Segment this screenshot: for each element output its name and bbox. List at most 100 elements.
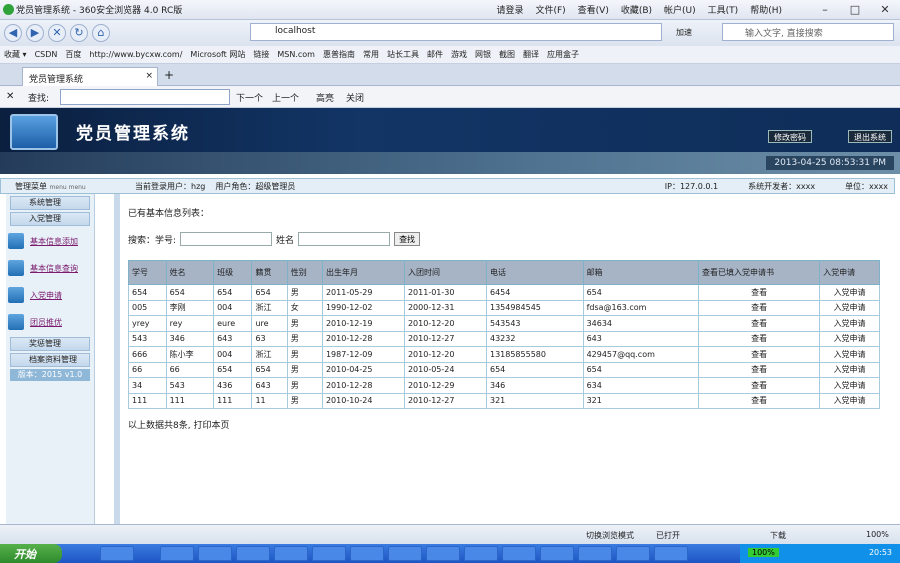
accelerate-button[interactable]: 加速	[676, 27, 692, 38]
refresh-icon[interactable]: ↻	[70, 24, 88, 42]
switch-mode-button[interactable]: 切换浏览模式	[586, 530, 634, 541]
taskbar-app[interactable]	[388, 546, 422, 561]
sidebar-item-system[interactable]: 系统管理	[10, 196, 90, 210]
bookmark-screenshot[interactable]: 截图	[499, 49, 515, 60]
table-cell: 321	[485, 392, 584, 409]
zoom-level[interactable]: 100%	[866, 530, 889, 539]
back-icon[interactable]: ◀	[4, 24, 22, 42]
table-row: 66 66 654 654 男 2010-04-25 2010-05-24 654 654 查看入…	[128, 361, 880, 378]
sidebar-item-archives[interactable]: 档案资料管理	[10, 353, 90, 367]
view-application-link[interactable]: 查看	[698, 392, 821, 409]
taskbar-app[interactable]	[350, 546, 384, 561]
sidebar-item-rewards[interactable]: 奖惩管理	[10, 337, 90, 351]
menu-tools[interactable]: 工具(T)	[708, 3, 739, 16]
bookmark-msn[interactable]: MSN.com	[277, 50, 315, 59]
table-cell: 女	[286, 299, 323, 316]
menu-login[interactable]: 请登录	[496, 3, 523, 16]
menu-help[interactable]: 帮助(H)	[750, 3, 782, 16]
table-cell: 005	[128, 299, 167, 316]
bookmark-bycxw[interactable]: http://www.bycxw.com/	[89, 50, 182, 59]
taskbar-app[interactable]	[160, 546, 194, 561]
view-application-link[interactable]: 查看	[698, 299, 821, 316]
taskbar-app[interactable]	[312, 546, 346, 561]
taskbar-app[interactable]	[236, 546, 270, 561]
sidebar-link-query-info[interactable]: 基本信息查询	[8, 256, 92, 280]
apply-link[interactable]: 入党申请	[819, 361, 880, 378]
bookmark-bank[interactable]: 网银	[475, 49, 491, 60]
find-prev-button[interactable]: 上一个	[272, 91, 299, 104]
taskbar-app[interactable]	[100, 546, 134, 561]
forward-icon[interactable]: ▶	[26, 24, 44, 42]
download-button[interactable]: 下载	[770, 530, 786, 541]
bookmark-webmaster[interactable]: 站长工具	[387, 49, 419, 60]
apply-link[interactable]: 入党申请	[819, 299, 880, 316]
bookmark-appbox[interactable]: 应用盒子	[547, 49, 579, 60]
taskbar-app[interactable]	[654, 546, 688, 561]
bookmark-mail[interactable]: 邮件	[427, 49, 443, 60]
findbar-close-icon[interactable]: ✕	[6, 91, 14, 102]
logout-button[interactable]: 退出系统	[848, 130, 892, 143]
view-application-link[interactable]: 查看	[698, 330, 821, 347]
stop-icon[interactable]: ✕	[48, 24, 66, 42]
taskbar-app[interactable]	[502, 546, 536, 561]
view-application-link[interactable]: 查看	[698, 361, 821, 378]
taskbar-app[interactable]	[426, 546, 460, 561]
maximize-icon[interactable]: □	[840, 0, 870, 20]
address-bar[interactable]: localhost	[250, 23, 662, 41]
table-cell: 654	[251, 284, 288, 301]
apply-link[interactable]: 入党申请	[819, 330, 880, 347]
view-application-link[interactable]: 查看	[698, 377, 821, 394]
sidebar-link-add-info[interactable]: 基本信息添加	[8, 229, 92, 253]
view-application-link[interactable]: 查看	[698, 284, 821, 301]
sidebar-item-party[interactable]: 入党管理	[10, 212, 90, 226]
bookmark-links[interactable]: 链接	[253, 49, 269, 60]
taskbar-app[interactable]	[198, 546, 232, 561]
bookmark-hp[interactable]: 惠普指南	[323, 49, 355, 60]
start-button[interactable]: 开始	[0, 544, 62, 563]
search-input[interactable]: 输入文字, 直接搜索	[722, 23, 894, 41]
taskbar-app[interactable]	[540, 546, 574, 561]
student-id-input[interactable]	[180, 232, 273, 246]
apply-link[interactable]: 入党申请	[819, 284, 880, 301]
sidebar-link-recommend[interactable]: 团员推优	[8, 310, 92, 334]
menu-view[interactable]: 查看(V)	[578, 3, 609, 16]
apply-link[interactable]: 入党申请	[819, 392, 880, 409]
tab-party-system[interactable]: 党员管理系统 ×	[22, 67, 158, 86]
apply-link[interactable]: 入党申请	[819, 377, 880, 394]
find-input[interactable]	[60, 89, 230, 105]
bookmark-favorites[interactable]: 收藏 ▾	[4, 49, 27, 60]
close-icon[interactable]: ✕	[870, 0, 900, 20]
highlight-button[interactable]: 高亮	[316, 91, 334, 104]
findbar-close-button[interactable]: 关闭	[346, 91, 364, 104]
find-next-button[interactable]: 下一个	[236, 91, 263, 104]
view-application-link[interactable]: 查看	[698, 315, 821, 332]
taskbar-app[interactable]	[274, 546, 308, 561]
view-application-link[interactable]: 查看	[698, 346, 821, 363]
search-button[interactable]: 查找	[394, 232, 421, 246]
apply-link[interactable]: 入党申请	[819, 346, 880, 363]
bookmark-microsoft[interactable]: Microsoft 网站	[190, 49, 245, 60]
bookmark-common[interactable]: 常用	[363, 49, 379, 60]
taskbar-app[interactable]	[616, 546, 650, 561]
table-cell: 643	[213, 330, 253, 347]
bookmark-csdn[interactable]: CSDN	[35, 50, 58, 59]
bookmark-games[interactable]: 游戏	[451, 49, 467, 60]
apply-link[interactable]: 入党申请	[819, 315, 880, 332]
minimize-icon[interactable]: –	[810, 0, 840, 20]
table-cell: 男	[286, 284, 323, 301]
sidebar-link-apply[interactable]: 入党申请	[8, 283, 92, 307]
menu-favorites[interactable]: 收藏(B)	[621, 3, 652, 16]
taskbar-app[interactable]	[578, 546, 612, 561]
menu-account[interactable]: 帐户(U)	[664, 3, 696, 16]
change-password-button[interactable]: 修改密码	[768, 130, 812, 143]
name-input[interactable]	[298, 232, 391, 246]
home-icon[interactable]: ⌂	[92, 24, 110, 42]
bookmark-baidu[interactable]: 百度	[65, 49, 81, 60]
bookmark-translate[interactable]: 翻译	[523, 49, 539, 60]
menu-file[interactable]: 文件(F)	[535, 3, 565, 16]
taskbar-app[interactable]	[464, 546, 498, 561]
table-cell: rey	[165, 315, 215, 332]
table-cell: 543	[128, 330, 167, 347]
tab-close-icon[interactable]: ×	[145, 71, 153, 81]
new-tab-icon[interactable]: +	[164, 68, 174, 82]
